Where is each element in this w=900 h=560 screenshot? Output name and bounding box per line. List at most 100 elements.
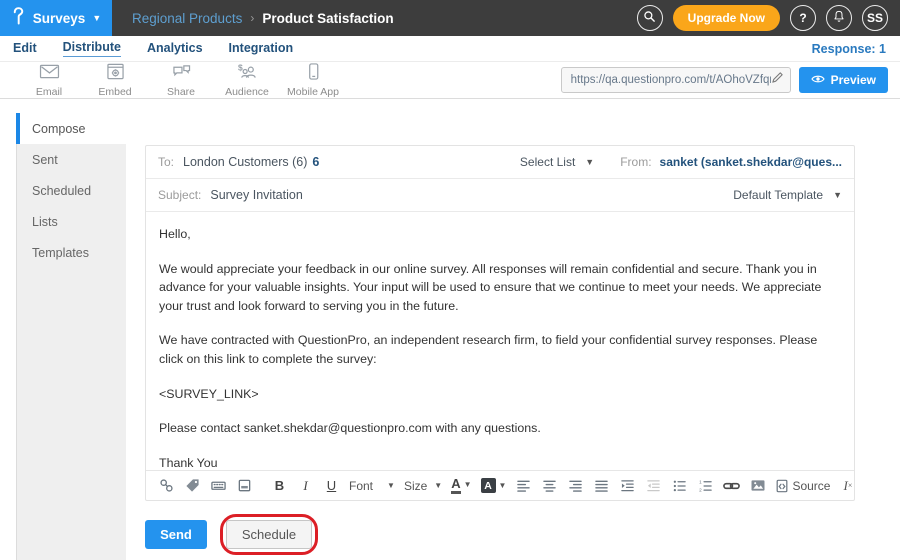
template-label: Default Template	[733, 188, 823, 202]
chevron-down-icon: ▼	[387, 482, 395, 490]
distribute-content: Compose Sent Scheduled Lists Templates T…	[0, 99, 900, 560]
font-label: Font	[349, 479, 373, 493]
select-list-label: Select List	[520, 155, 575, 169]
italic-button[interactable]: I	[297, 476, 314, 496]
avatar[interactable]: SS	[862, 5, 888, 31]
align-right-icon[interactable]	[567, 476, 584, 496]
avatar-initials: SS	[867, 11, 883, 25]
active-indicator	[16, 113, 20, 144]
breadcrumb-current: Product Satisfaction	[262, 11, 393, 26]
compose-form: To: London Customers (6) 6 Select List ▼…	[145, 145, 855, 501]
channel-embed[interactable]: Embed	[82, 63, 148, 98]
text-color-button[interactable]: A ▼	[451, 477, 471, 494]
tab-edit[interactable]: Edit	[13, 41, 37, 57]
survey-url-field[interactable]: https://qa.questionpro.com/t/AOhoVZfqml	[561, 67, 791, 93]
sidebar-item-templates[interactable]: Templates	[17, 237, 126, 268]
email-body-editor[interactable]: Hello, We would appreciate your feedback…	[146, 212, 854, 470]
chevron-down-icon: ▼	[833, 191, 842, 200]
chevron-down-icon: ▼	[585, 158, 594, 167]
header-actions: Upgrade Now ? SS	[637, 5, 900, 31]
search-button[interactable]	[637, 5, 663, 31]
response-count[interactable]: Response: 1	[812, 42, 886, 56]
breadcrumb-parent[interactable]: Regional Products	[132, 11, 242, 26]
preview-label: Preview	[831, 73, 876, 87]
background-color-icon: A	[481, 478, 496, 493]
from-label: From:	[620, 155, 651, 169]
channel-mobile-app[interactable]: Mobile App	[280, 63, 346, 98]
hyperlink-icon[interactable]	[723, 476, 740, 496]
sidebar-item-lists[interactable]: Lists	[17, 206, 126, 237]
body-paragraph: We have contracted with QuestionPro, an …	[159, 331, 841, 368]
insert-link-icon[interactable]	[158, 476, 175, 496]
subject-value[interactable]: Survey Invitation	[210, 188, 302, 202]
share-bubbles-icon	[171, 63, 192, 85]
email-icon	[39, 63, 60, 85]
help-button[interactable]: ?	[790, 5, 816, 31]
body-paragraph: Hello,	[159, 225, 841, 244]
channel-buttons: Email Embed Share $ Audience Mobile App	[0, 63, 346, 98]
underline-button[interactable]: U	[323, 476, 340, 496]
size-dropdown[interactable]: Size ▼	[404, 479, 442, 493]
chevron-down-icon: ▼	[92, 14, 101, 23]
schedule-button[interactable]: Schedule	[226, 520, 312, 549]
font-dropdown[interactable]: Font ▼	[349, 479, 395, 493]
svg-text:1: 1	[700, 479, 703, 484]
channel-label: Share	[167, 86, 195, 98]
numbered-list-icon[interactable]: 12	[697, 476, 714, 496]
tab-distribute[interactable]: Distribute	[63, 40, 121, 57]
email-sidebar: Compose Sent Scheduled Lists Templates	[16, 113, 126, 560]
channel-audience[interactable]: $ Audience	[214, 63, 280, 98]
sidebar-item-compose[interactable]: Compose	[17, 113, 126, 144]
text-color-icon: A	[451, 477, 460, 494]
svg-text:$: $	[238, 63, 243, 73]
to-label: To:	[158, 155, 174, 169]
embed-window-gear-icon	[106, 63, 125, 85]
chevron-down-icon: ▼	[464, 481, 472, 489]
template-dropdown[interactable]: Default Template ▼	[733, 188, 842, 202]
from-value[interactable]: sanket (sanket.shekdar@ques...	[660, 155, 842, 169]
align-justify-icon[interactable]	[593, 476, 610, 496]
source-button[interactable]: Source	[775, 476, 830, 496]
bullet-list-icon[interactable]	[671, 476, 688, 496]
preview-button[interactable]: Preview	[799, 67, 888, 93]
question-mark-icon: ?	[799, 11, 806, 25]
bold-button[interactable]: B	[271, 476, 288, 496]
upgrade-now-button[interactable]: Upgrade Now	[673, 5, 780, 31]
to-value[interactable]: London Customers (6)	[183, 155, 307, 169]
survey-nav: Edit Distribute Analytics Integration Re…	[0, 36, 900, 62]
size-label: Size	[404, 479, 427, 493]
button-widget-icon[interactable]	[236, 476, 253, 496]
indent-increase-icon[interactable]	[619, 476, 636, 496]
channel-share[interactable]: Share	[148, 63, 214, 98]
channel-email[interactable]: Email	[16, 63, 82, 98]
from-group: From: sanket (sanket.shekdar@ques...	[620, 155, 842, 169]
send-button[interactable]: Send	[145, 520, 207, 549]
align-center-icon[interactable]	[541, 476, 558, 496]
keyboard-icon[interactable]	[210, 476, 227, 496]
chevron-down-icon: ▼	[434, 482, 442, 490]
merge-tag-icon[interactable]	[184, 476, 201, 496]
notifications-button[interactable]	[826, 5, 852, 31]
questionpro-logo-icon	[11, 6, 26, 31]
channel-label: Mobile App	[287, 86, 339, 98]
insert-image-icon[interactable]	[749, 476, 766, 496]
tab-integration[interactable]: Integration	[229, 41, 294, 57]
background-color-button[interactable]: A ▼	[481, 478, 507, 493]
chevron-down-icon: ▼	[499, 482, 507, 490]
tab-analytics[interactable]: Analytics	[147, 41, 203, 57]
annotation-highlight-ring: Schedule	[220, 514, 318, 555]
body-paragraph: We would appreciate your feedback in our…	[159, 260, 841, 316]
select-list-dropdown[interactable]: Select List ▼	[520, 155, 594, 169]
to-recipient-count[interactable]: 6	[312, 155, 319, 169]
edit-pencil-icon[interactable]	[771, 71, 784, 89]
to-row: To: London Customers (6) 6 Select List ▼…	[146, 146, 854, 179]
search-icon	[642, 9, 657, 27]
sidebar-item-sent[interactable]: Sent	[17, 144, 126, 175]
align-left-icon[interactable]	[515, 476, 532, 496]
indent-decrease-icon[interactable]	[645, 476, 662, 496]
remove-format-icon[interactable]: I×	[839, 476, 856, 496]
distribute-toolbar: Email Embed Share $ Audience Mobile App	[0, 62, 900, 99]
surveys-menu[interactable]: Surveys ▼	[0, 0, 112, 36]
surveys-menu-label: Surveys	[33, 11, 86, 26]
sidebar-item-scheduled[interactable]: Scheduled	[17, 175, 126, 206]
